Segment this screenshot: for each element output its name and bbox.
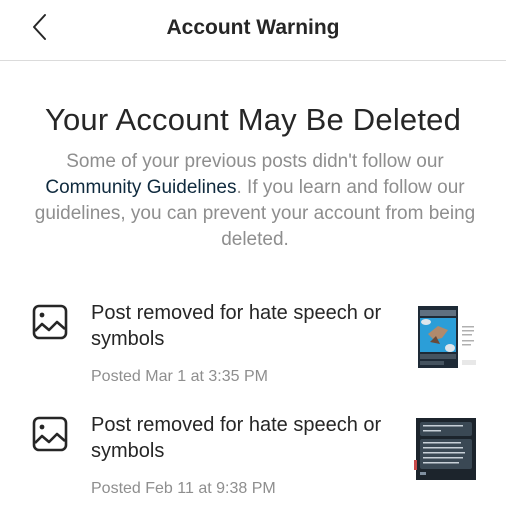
page-title: Your Account May Be Deleted <box>44 102 462 137</box>
warning-description: Some of your previous posts didn't follo… <box>28 149 482 253</box>
post-removal-reason: Post removed for hate speech or symbols <box>91 302 382 350</box>
post-thumbnail[interactable] <box>414 300 478 370</box>
header-title: Account Warning <box>166 16 340 39</box>
image-icon <box>32 304 68 340</box>
community-guidelines-link[interactable]: Community Guidelines <box>45 177 236 198</box>
post-thumbnail[interactable] <box>414 414 478 484</box>
image-icon <box>32 416 68 452</box>
post-date: Posted Mar 1 at 3:35 PM <box>91 368 268 385</box>
post-date: Posted Feb 11 at 9:38 PM <box>91 480 276 497</box>
list-item[interactable]: Post removed for hate speech or symbols … <box>0 408 506 505</box>
description-text-before: Some of your previous posts didn't follo… <box>66 151 444 172</box>
list-item[interactable]: Post removed for hate speech or symbols … <box>0 296 506 396</box>
post-removal-reason: Post removed for hate speech or symbols <box>91 414 382 462</box>
header-bar: Account Warning <box>0 0 506 61</box>
